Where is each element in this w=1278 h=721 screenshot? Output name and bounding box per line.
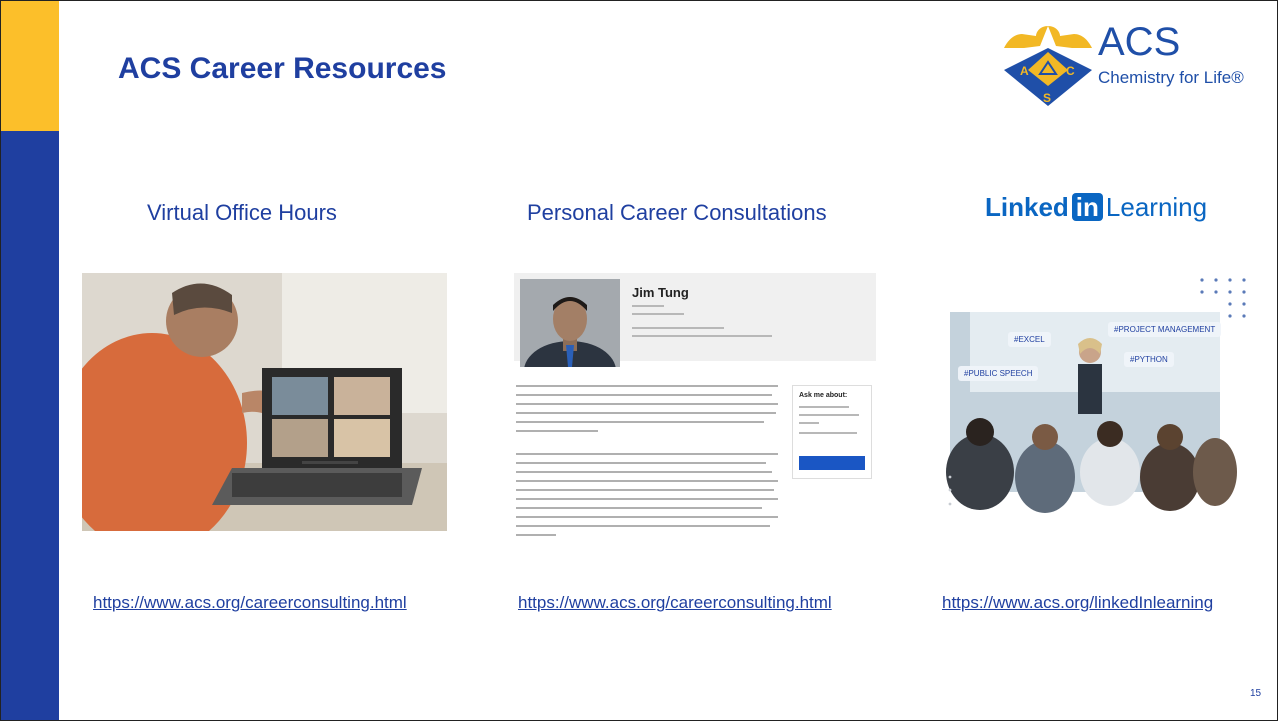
text-line: [516, 403, 778, 405]
text-line: [799, 432, 857, 434]
text-line: [632, 305, 664, 307]
acs-logo: A C S ACS Chemistry for Life®: [1000, 20, 1250, 108]
text-line: [799, 406, 849, 408]
accent-bar-gold: [1, 1, 59, 131]
text-line: [516, 525, 770, 527]
ask-me-about-box: Ask me about:: [792, 385, 872, 479]
text-line: [799, 414, 859, 416]
logo-name: ACS: [1098, 20, 1181, 64]
text-line: [516, 385, 778, 387]
career-consultations-link[interactable]: https://www.acs.org/careerconsulting.htm…: [518, 593, 832, 613]
virtual-office-hours-link[interactable]: https://www.acs.org/careerconsulting.htm…: [93, 593, 407, 613]
video-call-photo: [82, 273, 447, 531]
slide-title: ACS Career Resources: [118, 52, 447, 85]
logo-tagline: Chemistry for Life®: [1098, 68, 1244, 87]
tag-public-speech: #PUBLIC SPEECH: [958, 366, 1039, 381]
text-line: [516, 421, 764, 423]
linkedin-in-icon: in: [1071, 193, 1103, 221]
text-line: [516, 430, 598, 432]
linkedin-learning-logo: Linked in Learning: [985, 192, 1207, 223]
tag-project-management: #PROJECT MANAGEMENT: [1108, 322, 1222, 337]
text-line: [632, 313, 684, 315]
text-line: [516, 394, 772, 396]
consultant-name: Jim Tung: [632, 285, 689, 300]
learning-wordmark: Learning: [1105, 192, 1208, 222]
text-line: [516, 516, 778, 518]
text-line: [516, 480, 778, 482]
ask-me-about-title: Ask me about:: [799, 392, 848, 399]
tag-excel: #EXCEL: [1008, 332, 1051, 347]
consultant-photo: [520, 279, 620, 401]
classroom-photo: #EXCEL #PROJECT MANAGEMENT #PYTHON #PUBL…: [940, 272, 1250, 517]
text-line: [516, 453, 778, 455]
svg-text:S: S: [1043, 91, 1051, 105]
tag-python: #PYTHON: [1124, 352, 1174, 367]
column-title-virtual-office-hours: Virtual Office Hours: [147, 200, 337, 225]
text-line: [516, 507, 762, 509]
accent-bar-blue: [1, 131, 59, 720]
text-line: [516, 412, 776, 414]
text-line: [516, 498, 778, 500]
consultant-profile: Jim Tung Ask me about:: [514, 273, 876, 544]
svg-text:C: C: [1066, 64, 1075, 78]
linkedin-learning-link[interactable]: https://www.acs.org/linkedInlearning: [942, 593, 1213, 613]
acs-seal-icon: A C S: [1004, 26, 1092, 106]
text-line: [516, 471, 772, 473]
column-title-personal-consultations: Personal Career Consultations: [527, 200, 827, 225]
svg-text:A: A: [1020, 64, 1029, 78]
text-line: [516, 489, 774, 491]
page-number: 15: [1250, 688, 1262, 699]
text-line: [516, 534, 556, 536]
text-line: [799, 422, 819, 424]
text-line: [632, 335, 772, 337]
linkedin-wordmark: Linked: [985, 192, 1069, 222]
text-line: [632, 327, 724, 329]
connect-button: [799, 456, 865, 470]
text-line: [516, 462, 766, 464]
